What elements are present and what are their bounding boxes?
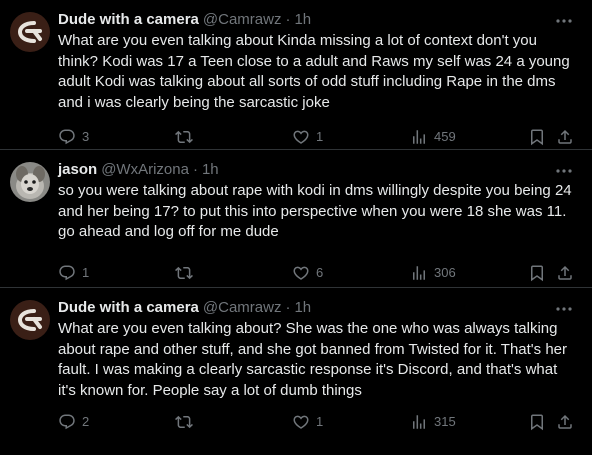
display-name[interactable]: jason bbox=[58, 160, 97, 180]
views-icon bbox=[413, 266, 425, 280]
tweet[interactable]: Dude with a camera @Camrawz · 1h What ar… bbox=[0, 0, 592, 150]
share-icon bbox=[558, 129, 572, 144]
separator-dot: · bbox=[192, 161, 198, 178]
user-handle[interactable]: @WxArizona bbox=[101, 160, 189, 180]
bookmark-icon bbox=[531, 265, 543, 282]
like-count: 1 bbox=[316, 414, 324, 429]
tweet[interactable]: Dude with a camera @Camrawz · 1h What ar… bbox=[0, 288, 592, 455]
avatar[interactable] bbox=[10, 300, 50, 340]
like-button[interactable]: 1 bbox=[292, 413, 323, 431]
user-handle[interactable]: @Camrawz bbox=[203, 298, 282, 318]
avatar[interactable] bbox=[10, 162, 50, 202]
reply-icon bbox=[59, 265, 75, 281]
reply-button[interactable]: 3 bbox=[58, 128, 89, 146]
views-button[interactable]: 459 bbox=[410, 128, 456, 146]
like-count: 6 bbox=[316, 265, 324, 280]
views-button[interactable]: 306 bbox=[410, 264, 456, 282]
repost-icon bbox=[175, 415, 193, 429]
more-icon[interactable] bbox=[554, 162, 574, 180]
views-icon bbox=[413, 415, 425, 429]
heart-icon bbox=[293, 130, 309, 144]
bookmark-button[interactable] bbox=[528, 264, 546, 282]
reply-count: 3 bbox=[82, 129, 90, 144]
bookmark-button[interactable] bbox=[528, 413, 546, 431]
share-button[interactable] bbox=[556, 413, 574, 431]
reply-count: 2 bbox=[82, 414, 90, 429]
repost-icon bbox=[175, 266, 193, 280]
reply-count: 1 bbox=[82, 265, 90, 280]
more-icon[interactable] bbox=[554, 300, 574, 318]
reply-icon bbox=[59, 129, 75, 145]
user-handle[interactable]: @Camrawz bbox=[203, 10, 282, 30]
view-count: 315 bbox=[434, 414, 456, 429]
reply-thread: Dude with a camera @Camrawz · 1h What ar… bbox=[0, 0, 592, 455]
tweet-text: so you were talking about rape with kodi… bbox=[58, 182, 572, 240]
repost-icon bbox=[175, 130, 193, 144]
heart-icon bbox=[293, 415, 309, 429]
separator-dot: · bbox=[285, 11, 291, 28]
share-button[interactable] bbox=[556, 264, 574, 282]
tweet-text: What are you even talking about Kinda mi… bbox=[58, 32, 570, 111]
bookmark-button[interactable] bbox=[528, 128, 546, 146]
display-name[interactable]: Dude with a camera bbox=[58, 298, 199, 318]
like-button[interactable]: 1 bbox=[292, 128, 323, 146]
separator-dot: · bbox=[285, 299, 291, 316]
views-icon bbox=[413, 130, 425, 144]
more-icon[interactable] bbox=[554, 12, 574, 30]
timestamp[interactable]: 1h bbox=[294, 10, 311, 30]
tweet[interactable]: jason @WxArizona · 1h so you were talkin… bbox=[0, 150, 592, 288]
view-count: 306 bbox=[434, 265, 456, 280]
repost-button[interactable] bbox=[175, 128, 193, 146]
like-button[interactable]: 6 bbox=[292, 264, 323, 282]
like-count: 1 bbox=[316, 129, 324, 144]
avatar[interactable] bbox=[10, 12, 50, 52]
bookmark-icon bbox=[531, 129, 543, 146]
display-name[interactable]: Dude with a camera bbox=[58, 10, 199, 30]
reply-button[interactable]: 2 bbox=[58, 413, 89, 431]
reply-button[interactable]: 1 bbox=[58, 264, 89, 282]
bookmark-icon bbox=[531, 414, 543, 431]
timestamp[interactable]: 1h bbox=[294, 298, 311, 318]
share-icon bbox=[558, 265, 572, 280]
share-button[interactable] bbox=[556, 128, 574, 146]
share-icon bbox=[558, 414, 572, 429]
heart-icon bbox=[293, 266, 309, 280]
repost-button[interactable] bbox=[175, 264, 193, 282]
view-count: 459 bbox=[434, 129, 456, 144]
reply-icon bbox=[59, 414, 75, 430]
views-button[interactable]: 315 bbox=[410, 413, 456, 431]
timestamp[interactable]: 1h bbox=[202, 160, 219, 180]
repost-button[interactable] bbox=[175, 413, 193, 431]
tweet-text: What are you even talking about? She was… bbox=[58, 320, 568, 399]
